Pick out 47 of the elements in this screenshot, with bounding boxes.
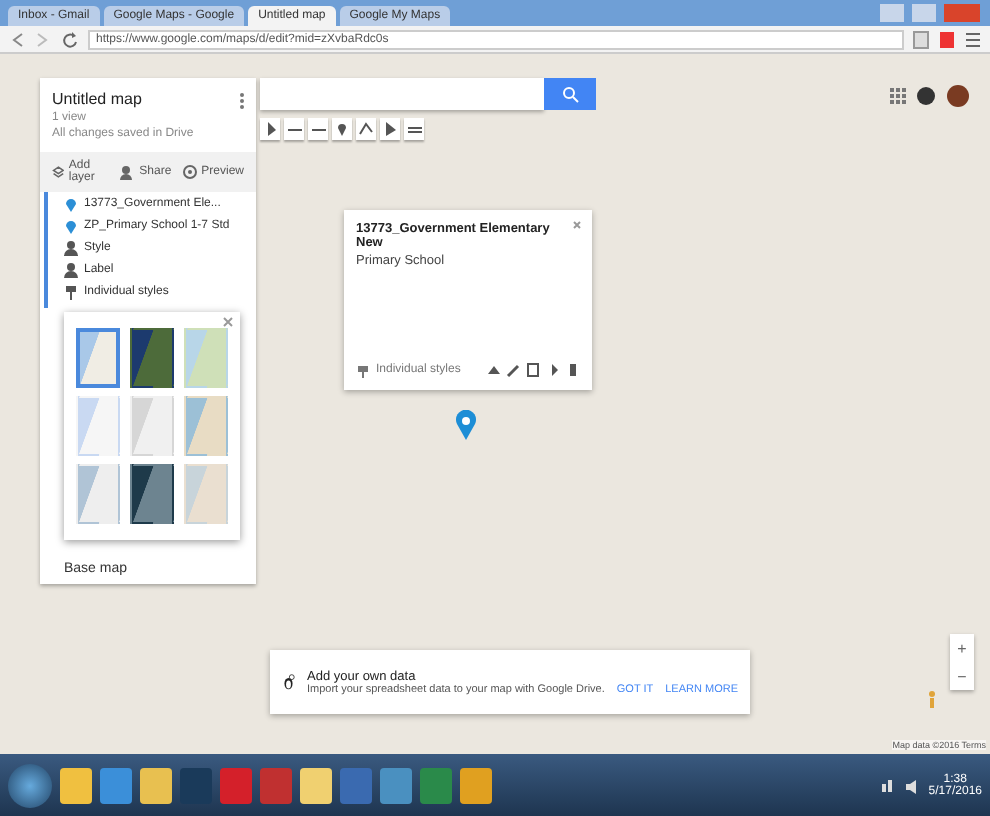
line-tool[interactable]	[356, 118, 376, 140]
person-icon	[64, 262, 78, 278]
taskbar-app-icon[interactable]	[460, 767, 492, 803]
close-icon[interactable]	[222, 316, 234, 328]
base-map-thumbnail[interactable]	[184, 328, 228, 388]
paint-roller-icon[interactable]	[356, 363, 370, 377]
start-button[interactable]	[8, 763, 52, 807]
apps-grid-icon[interactable]	[890, 88, 906, 104]
pegman-icon[interactable]	[926, 690, 938, 710]
pin-icon	[64, 218, 78, 234]
close-icon[interactable]	[572, 220, 582, 230]
search-button[interactable]	[544, 78, 596, 110]
pencil-icon[interactable]	[506, 362, 520, 378]
layers-icon	[52, 164, 65, 180]
line-icon	[357, 120, 375, 138]
marker-icon	[333, 120, 351, 138]
map-title[interactable]: Untitled map	[52, 90, 244, 108]
person-add-icon	[119, 164, 136, 180]
taskbar-app-icon[interactable]	[140, 767, 172, 803]
person-icon	[64, 240, 78, 256]
search-field[interactable]	[260, 78, 544, 110]
speaker-icon[interactable]	[904, 777, 921, 793]
taskbar-app-icon[interactable]	[300, 767, 332, 803]
taskbar-app-icon[interactable]	[60, 767, 92, 803]
taskbar-app-icon[interactable]	[380, 767, 412, 803]
avatar-icon[interactable]	[946, 84, 970, 108]
pin-icon	[64, 196, 78, 212]
menu-icon[interactable]	[964, 29, 982, 49]
paint-roller-icon	[64, 284, 78, 300]
taskbar-app-icon[interactable]	[100, 767, 132, 803]
base-map-thumbnail[interactable]	[130, 328, 174, 388]
search-icon	[561, 85, 579, 103]
map-pin-icon[interactable]	[454, 410, 478, 440]
reload-icon[interactable]	[60, 29, 80, 49]
network-icon[interactable]	[880, 777, 897, 793]
back-icon[interactable]	[8, 29, 26, 49]
zoom-out-button[interactable]: −	[950, 662, 974, 690]
base-map-thumbnail[interactable]	[76, 396, 120, 456]
base-map-thumbnail[interactable]	[76, 328, 120, 388]
zoom-in-button[interactable]: +	[950, 634, 974, 662]
base-map-thumbnail[interactable]	[130, 396, 174, 456]
more-options-icon[interactable]	[238, 92, 246, 110]
base-map-thumbnail[interactable]	[184, 396, 228, 456]
base-map-thumbnail[interactable]	[76, 464, 120, 524]
base-map-thumbnail[interactable]	[130, 464, 174, 524]
base-map-thumbnail[interactable]	[184, 464, 228, 524]
marker-tool[interactable]	[332, 118, 352, 140]
